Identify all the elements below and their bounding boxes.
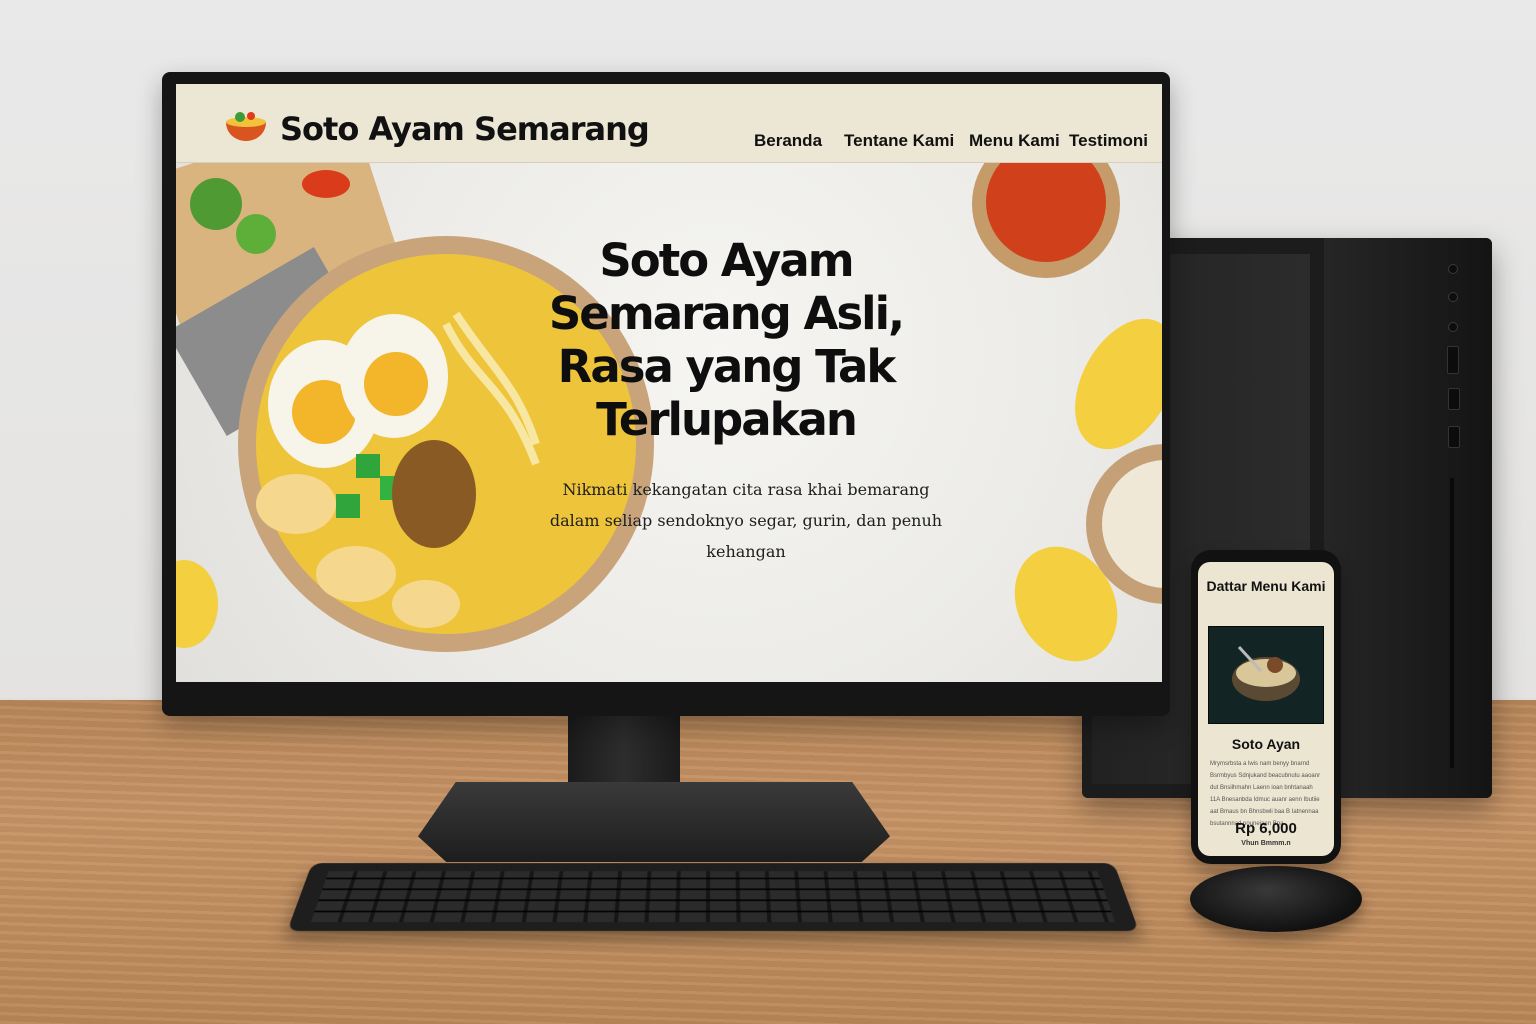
soup-bowl-photo [1209,627,1323,723]
hero-subtitle-line: kehangan [526,536,966,567]
soup-bowl-icon[interactable] [224,108,268,142]
hero-title-line: Rasa yang Tak [506,340,946,393]
tower-power-button[interactable] [1448,264,1458,274]
monitor-stand-base [418,782,890,862]
phone-screen: Dattar Menu Kami Soto Ayan Mrymsrbsta a … [1198,562,1334,856]
audio-port [1448,426,1460,448]
tower-reset-button[interactable] [1448,322,1458,332]
phone-menu-title: Dattar Menu Kami [1198,578,1334,594]
hero-title-line: Terlupakan [506,393,946,446]
nav-link-beranda[interactable]: Beranda [754,131,822,151]
site-brand[interactable]: Soto Ayam Semarang [280,110,649,148]
hero-subtitle-line: Nikmati kekangatan cita rasa khai bemara… [526,474,966,505]
menu-item-photo[interactable] [1208,626,1324,724]
hero-title-line: Soto Ayam [506,234,946,287]
menu-item-footnote: Vhun Bmmm.n [1198,840,1334,847]
tower-slot [1450,478,1454,768]
site-navbar: Soto Ayam Semarang Beranda Tentane Kami … [176,84,1162,163]
keyboard[interactable] [287,863,1139,931]
hero-subtitle-line: dalam seliap sendoknyo segar, gurin, dan… [526,505,966,536]
website-screen: Soto Ayam Semarang Beranda Tentane Kami … [176,84,1162,682]
mouse[interactable] [1190,866,1362,932]
tower-front-panel [1324,238,1492,798]
nav-link-testimoni[interactable]: Testimoni [1069,131,1148,151]
hero-title: Soto Ayam Semarang Asli, Rasa yang Tak T… [506,234,946,446]
usb-port [1448,388,1460,410]
nav-link-tentang-kami[interactable]: Tentane Kami [844,131,954,151]
hero-subtitle: Nikmati kekangatan cita rasa khai bemara… [526,474,966,567]
nav-link-menu-kami[interactable]: Menu Kami [969,131,1060,151]
hero-title-line: Semarang Asli, [506,287,946,340]
menu-item-price: Rp 6,000 [1198,820,1334,837]
menu-item-name: Soto Ayan [1198,736,1334,752]
tower-indicator-light [1448,292,1458,302]
keyboard-keys[interactable] [311,871,1115,922]
usb-port [1447,346,1459,374]
